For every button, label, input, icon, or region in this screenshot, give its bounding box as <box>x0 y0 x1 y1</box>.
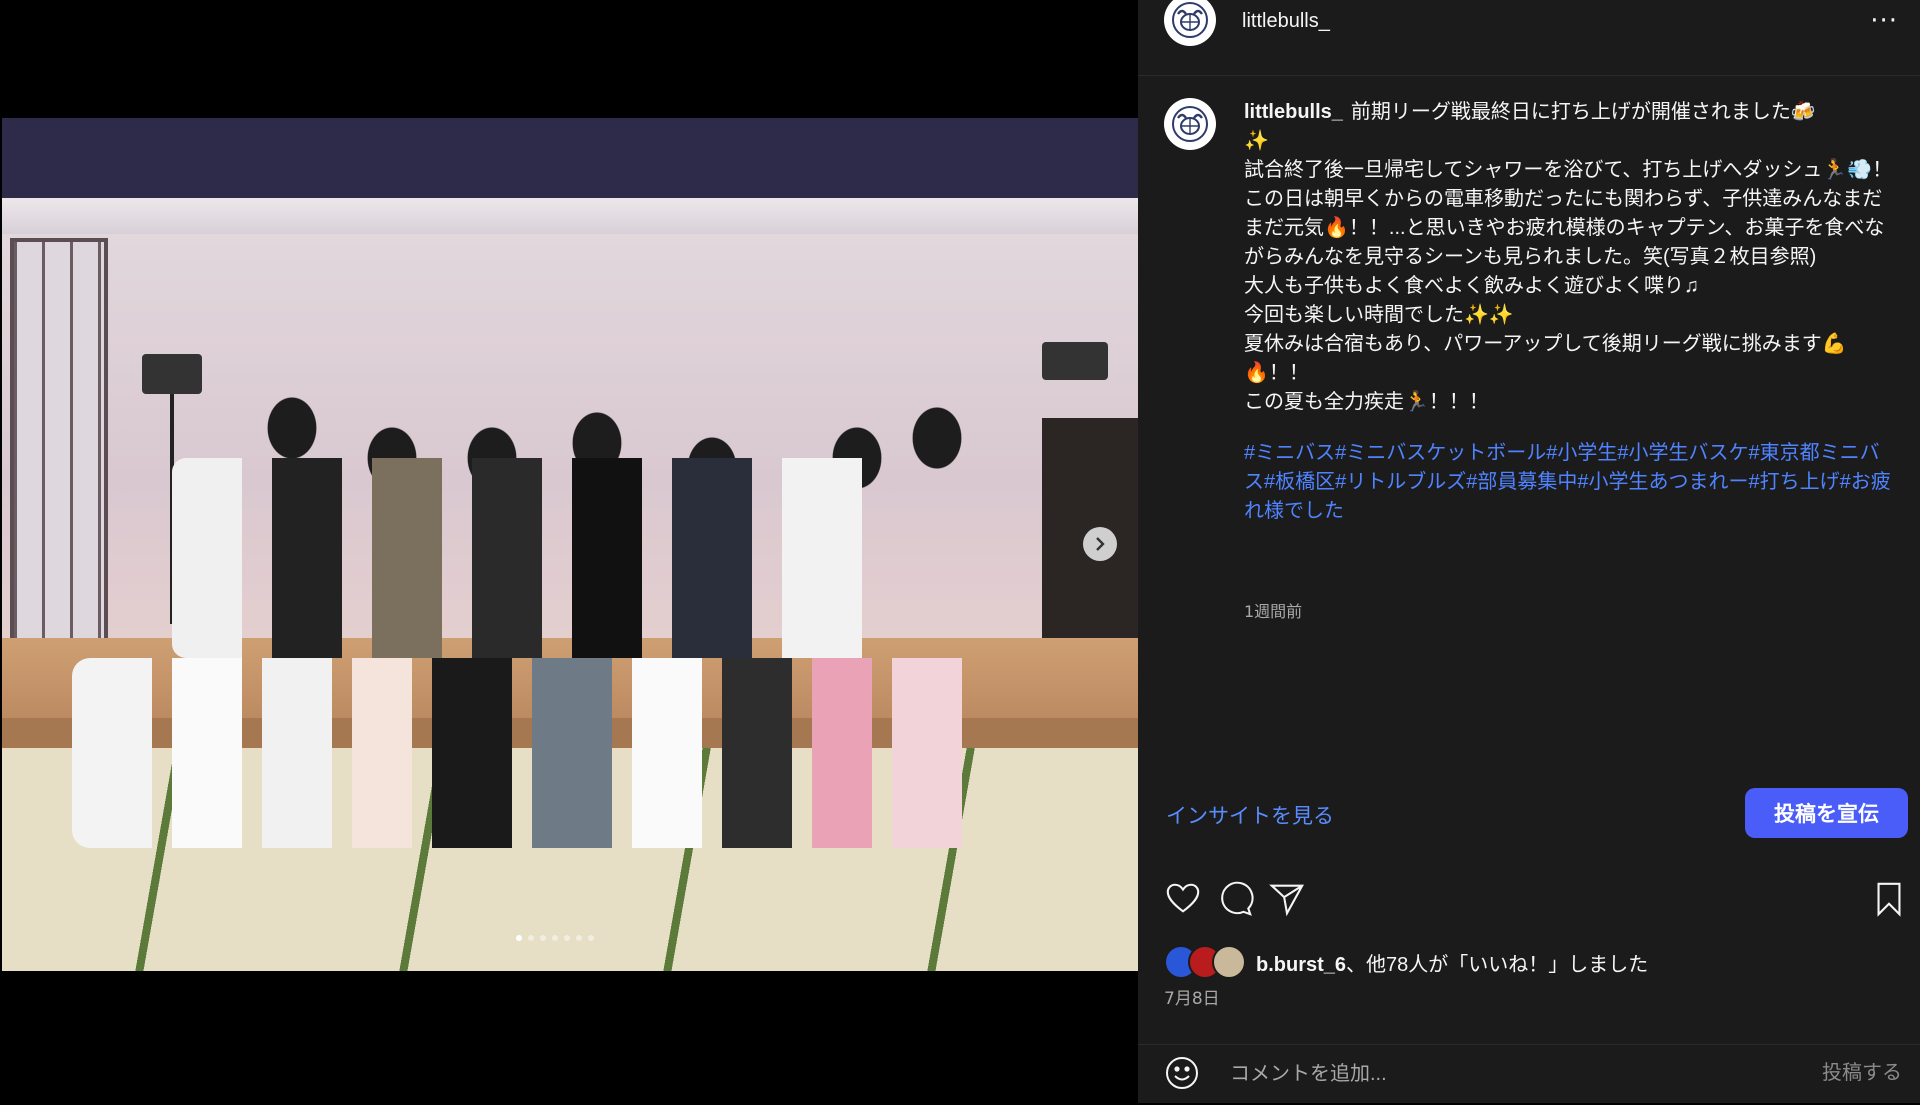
carousel-dot <box>552 935 558 941</box>
emoji-icon <box>1166 1057 1198 1089</box>
liker-username[interactable]: b.burst_6 <box>1256 954 1346 976</box>
caption-line: この日は朝早くからの電車移動だったにも関わらず、子供達みんなまだまだ元気🔥！！.… <box>1244 188 1885 268</box>
caption-avatar[interactable] <box>1164 98 1216 150</box>
post-username[interactable]: littlebulls_ <box>1242 10 1330 33</box>
more-options-icon[interactable]: ··· <box>1870 6 1898 36</box>
caption-line: 試合終了後一旦帰宅してシャワーを浴びて、打ち上げへダッシュ🏃💨！ <box>1244 159 1893 181</box>
caption-line: ✨ <box>1244 130 1269 152</box>
share-icon <box>1269 884 1304 917</box>
photo-kids-back-row <box>172 458 992 658</box>
avatar[interactable] <box>1164 0 1216 46</box>
caption-line: 今回も楽しい時間でした✨✨ <box>1244 304 1514 326</box>
carousel-next-button[interactable] <box>1083 527 1117 561</box>
post-side-panel: littlebulls_ ··· littlebulls_ 前期リーグ戦最終日に打… <box>1138 0 1920 1103</box>
carousel-dot <box>588 935 594 941</box>
emoji-button[interactable] <box>1164 1055 1200 1091</box>
post-header: littlebulls_ ··· <box>1138 0 1920 52</box>
chevron-right-icon <box>1096 537 1105 551</box>
carousel-dot <box>540 935 546 941</box>
post-photo <box>2 118 1138 971</box>
post-comment-button[interactable]: 投稿する <box>1816 1055 1908 1086</box>
media-viewer <box>0 0 1138 1103</box>
photo-curtain <box>2 198 1138 234</box>
carousel-dot <box>564 935 570 941</box>
carousel-dots <box>516 935 594 941</box>
like-button[interactable] <box>1164 880 1204 920</box>
comment-icon <box>1221 881 1254 916</box>
comment-bar: 投稿する <box>1138 1044 1920 1105</box>
comment-button[interactable] <box>1216 880 1256 920</box>
comment-input[interactable] <box>1228 1055 1752 1093</box>
caption-line: 前期リーグ戦最終日に打ち上げが開催されました🍻 <box>1350 101 1816 123</box>
post-actions <box>1164 880 1914 920</box>
heart-icon <box>1166 883 1200 913</box>
team-logo-icon <box>1172 2 1208 38</box>
post-date: 7月8日 <box>1164 989 1220 1009</box>
carousel-dot <box>576 935 582 941</box>
header-divider <box>1138 75 1920 76</box>
post-time-ago: 1週間前 <box>1244 602 1303 621</box>
promote-post-button[interactable]: 投稿を宣伝 <box>1745 788 1908 838</box>
liker-avatar[interactable] <box>1212 945 1246 979</box>
caption-line: 夏休みは合宿もあり、パワーアップして後期リーグ戦に挑みます💪🔥！！ <box>1244 333 1847 384</box>
caption-line: この夏も全力疾走🏃！！！ <box>1244 391 1489 413</box>
caption-username[interactable]: littlebulls_ <box>1244 101 1343 123</box>
bookmark-icon <box>1877 882 1901 917</box>
likes-text: b.burst_6、他78人が「いいね！」しました <box>1256 948 1648 977</box>
save-button[interactable] <box>1870 880 1910 920</box>
carousel-dot <box>528 935 534 941</box>
view-insights-link[interactable]: インサイトを見る <box>1166 800 1334 830</box>
post-caption: littlebulls_ 前期リーグ戦最終日に打ち上げが開催されました🍻 ✨ 試合… <box>1244 98 1894 526</box>
team-logo-icon <box>1172 106 1208 142</box>
carousel-dot <box>516 935 522 941</box>
likes-count-text[interactable]: 、他78人が「いいね！」しました <box>1346 954 1648 976</box>
likes-summary: b.burst_6、他78人が「いいね！」しました <box>1164 945 1648 979</box>
caption-line: 大人も子供もよく食べよく飲みよく遊びよく喋り♫ <box>1244 275 1699 297</box>
caption-hashtags[interactable]: #ミニバス#ミニバスケットボール#小学生#小学生バスケ#東京都ミニバス#板橋区#… <box>1244 439 1894 526</box>
photo-kids-front-row <box>72 658 1032 848</box>
share-button[interactable] <box>1268 880 1308 920</box>
